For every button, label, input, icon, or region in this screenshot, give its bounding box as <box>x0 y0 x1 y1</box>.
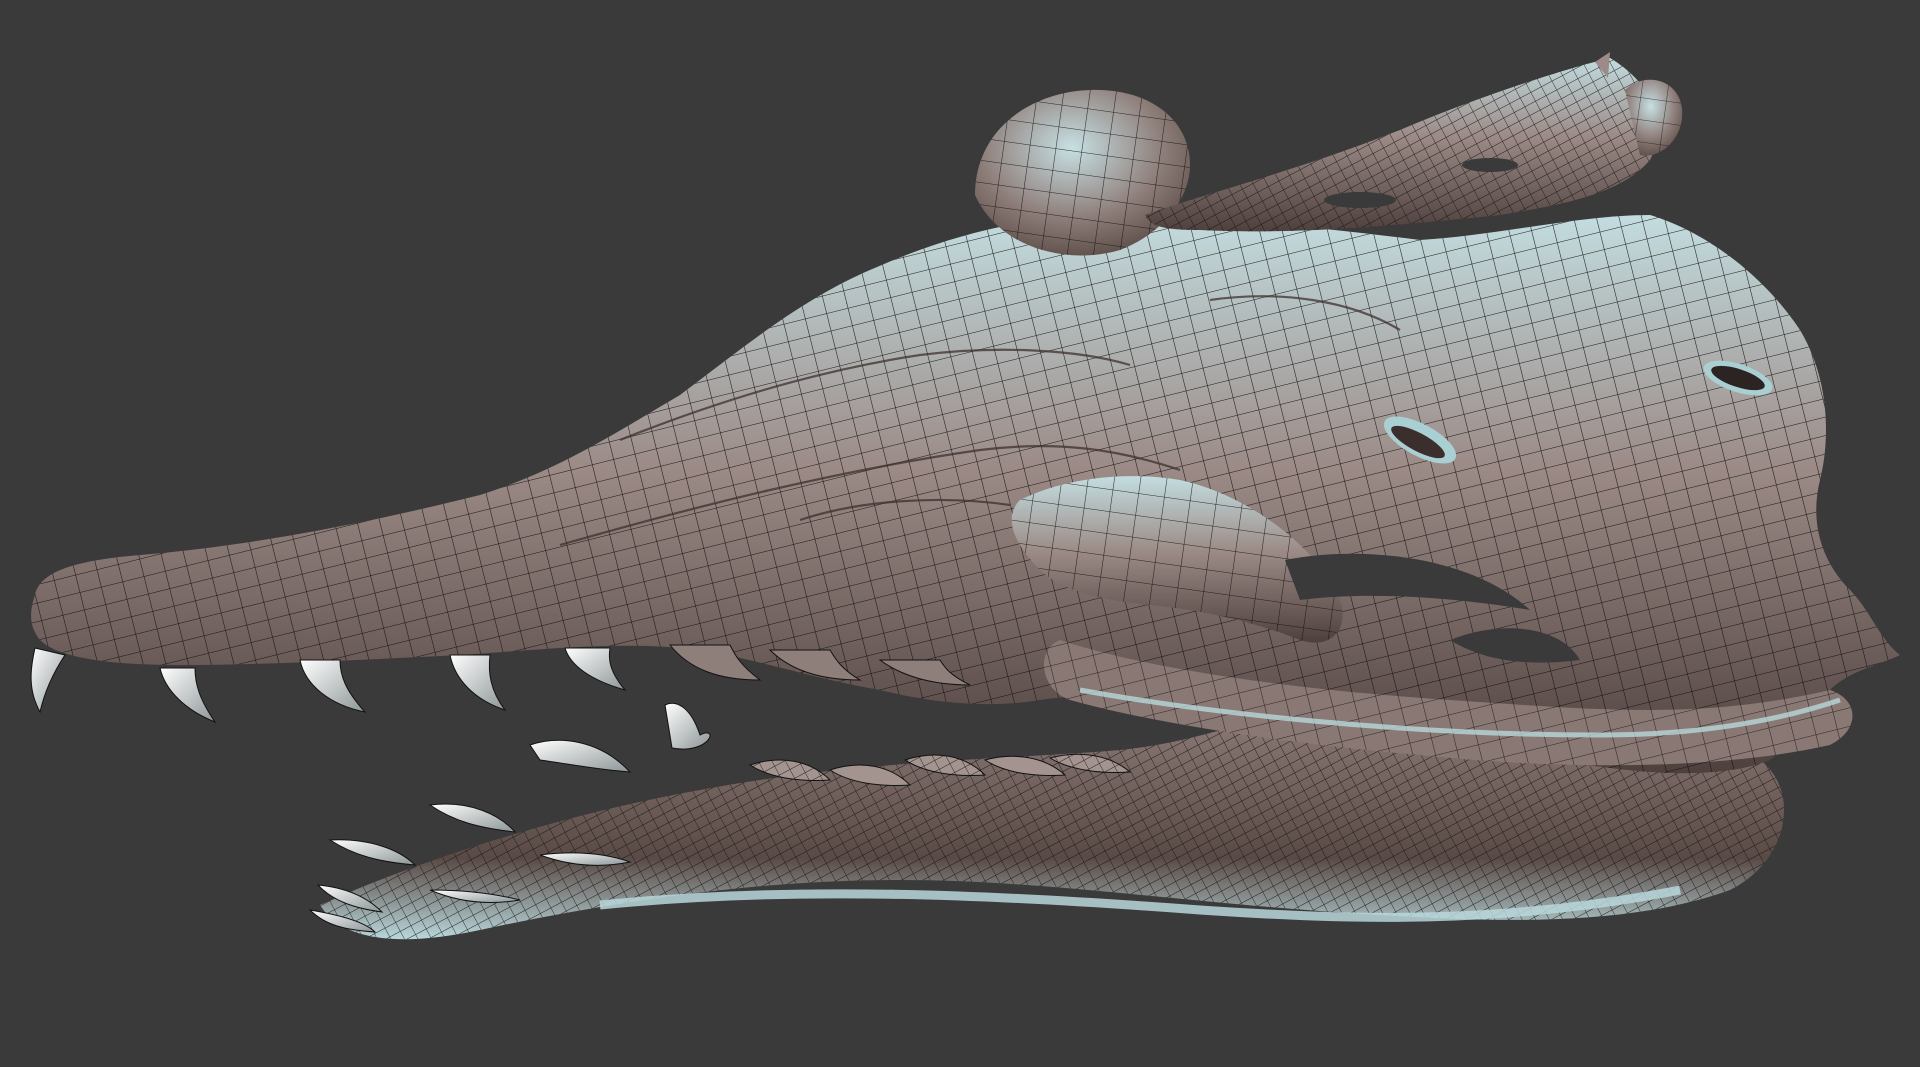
3d-viewport[interactable] <box>0 0 1920 1067</box>
upper-crest <box>1145 52 1683 232</box>
skull-body <box>31 214 1901 774</box>
skull-wireframe-model[interactable] <box>0 0 1920 1067</box>
